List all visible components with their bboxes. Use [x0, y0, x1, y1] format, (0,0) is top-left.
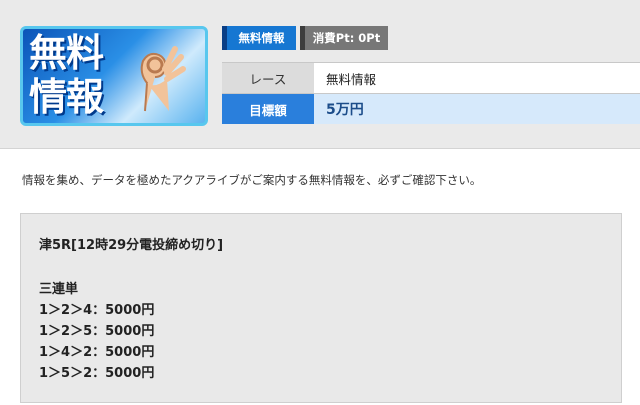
- intro-text: 情報を集め、データを極めたアクアライブがご案内する無料情報を、必ずご確認下さい。: [22, 173, 482, 187]
- race-value: 無料情報: [314, 62, 640, 94]
- goal-value: 5万円: [314, 93, 640, 124]
- thumbnail-text-line2: 情報: [29, 75, 104, 119]
- goal-row: 目標額 5万円: [222, 93, 640, 124]
- header-panel: 無料 情報 無料情報 消費Pt: 0Pt レース 無料情報 目標額 5万円: [0, 0, 640, 149]
- free-info-thumbnail: 無料 情報: [20, 26, 208, 126]
- bet-line: 1＞2＞5：5000円: [39, 324, 155, 339]
- goal-label: 目標額: [222, 93, 314, 124]
- thumbnail-text-line1: 無料: [29, 31, 104, 75]
- race-deadline: 津5R[12時29分電投締め切り]: [39, 238, 224, 253]
- picks-box: 津5R[12時29分電投締め切り] 三連単 1＞2＞4：5000円 1＞2＞5：…: [20, 213, 622, 403]
- bet-type: 三連単: [39, 282, 79, 297]
- free-info-tag: 無料情報: [222, 26, 296, 50]
- info-table: レース 無料情報 目標額 5万円: [222, 62, 640, 124]
- bet-line: 1＞4＞2：5000円: [39, 345, 155, 360]
- race-row: レース 無料情報: [222, 62, 640, 94]
- race-label: レース: [222, 62, 314, 94]
- point-cost-tag: 消費Pt: 0Pt: [300, 26, 388, 50]
- bet-line: 1＞5＞2：5000円: [39, 366, 155, 381]
- bet-line: 1＞2＞4：5000円: [39, 303, 155, 318]
- ok-hand-icon: [140, 46, 186, 112]
